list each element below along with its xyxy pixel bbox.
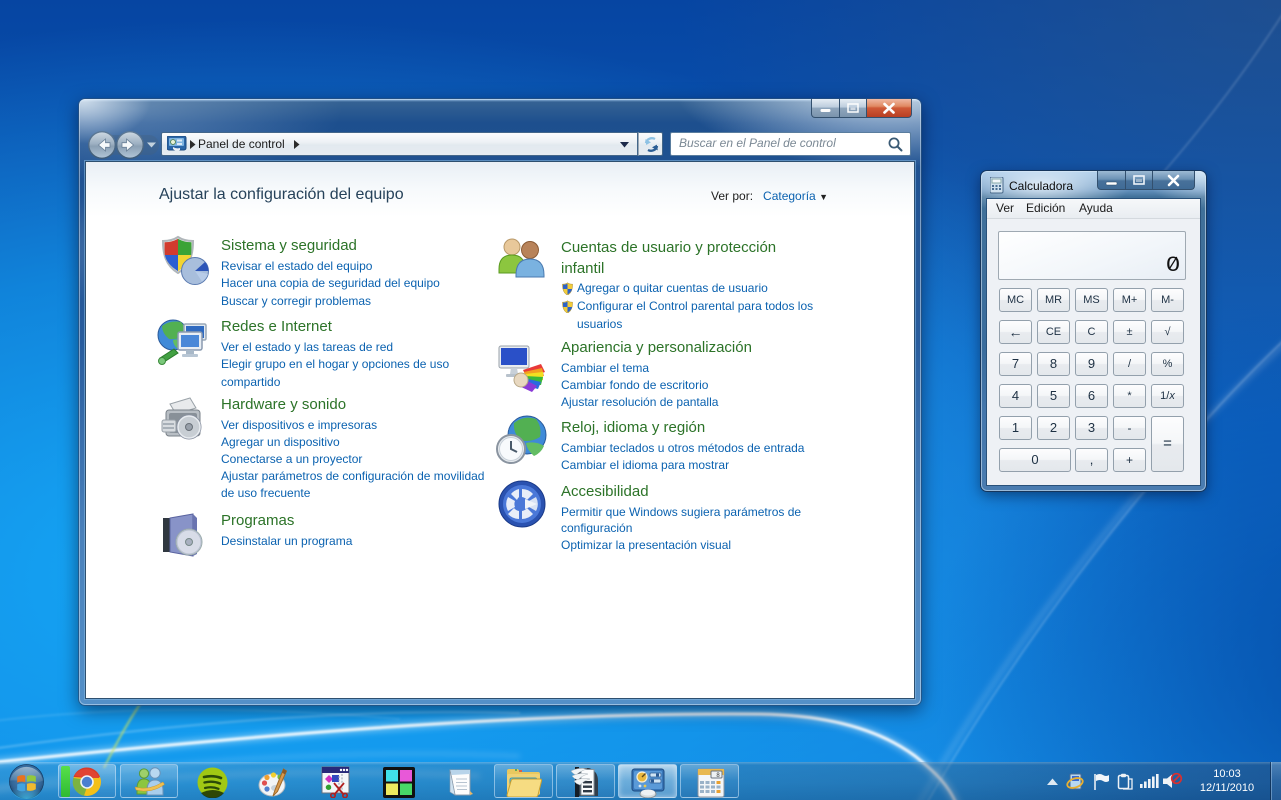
svg-text:8: 8 xyxy=(716,772,720,779)
